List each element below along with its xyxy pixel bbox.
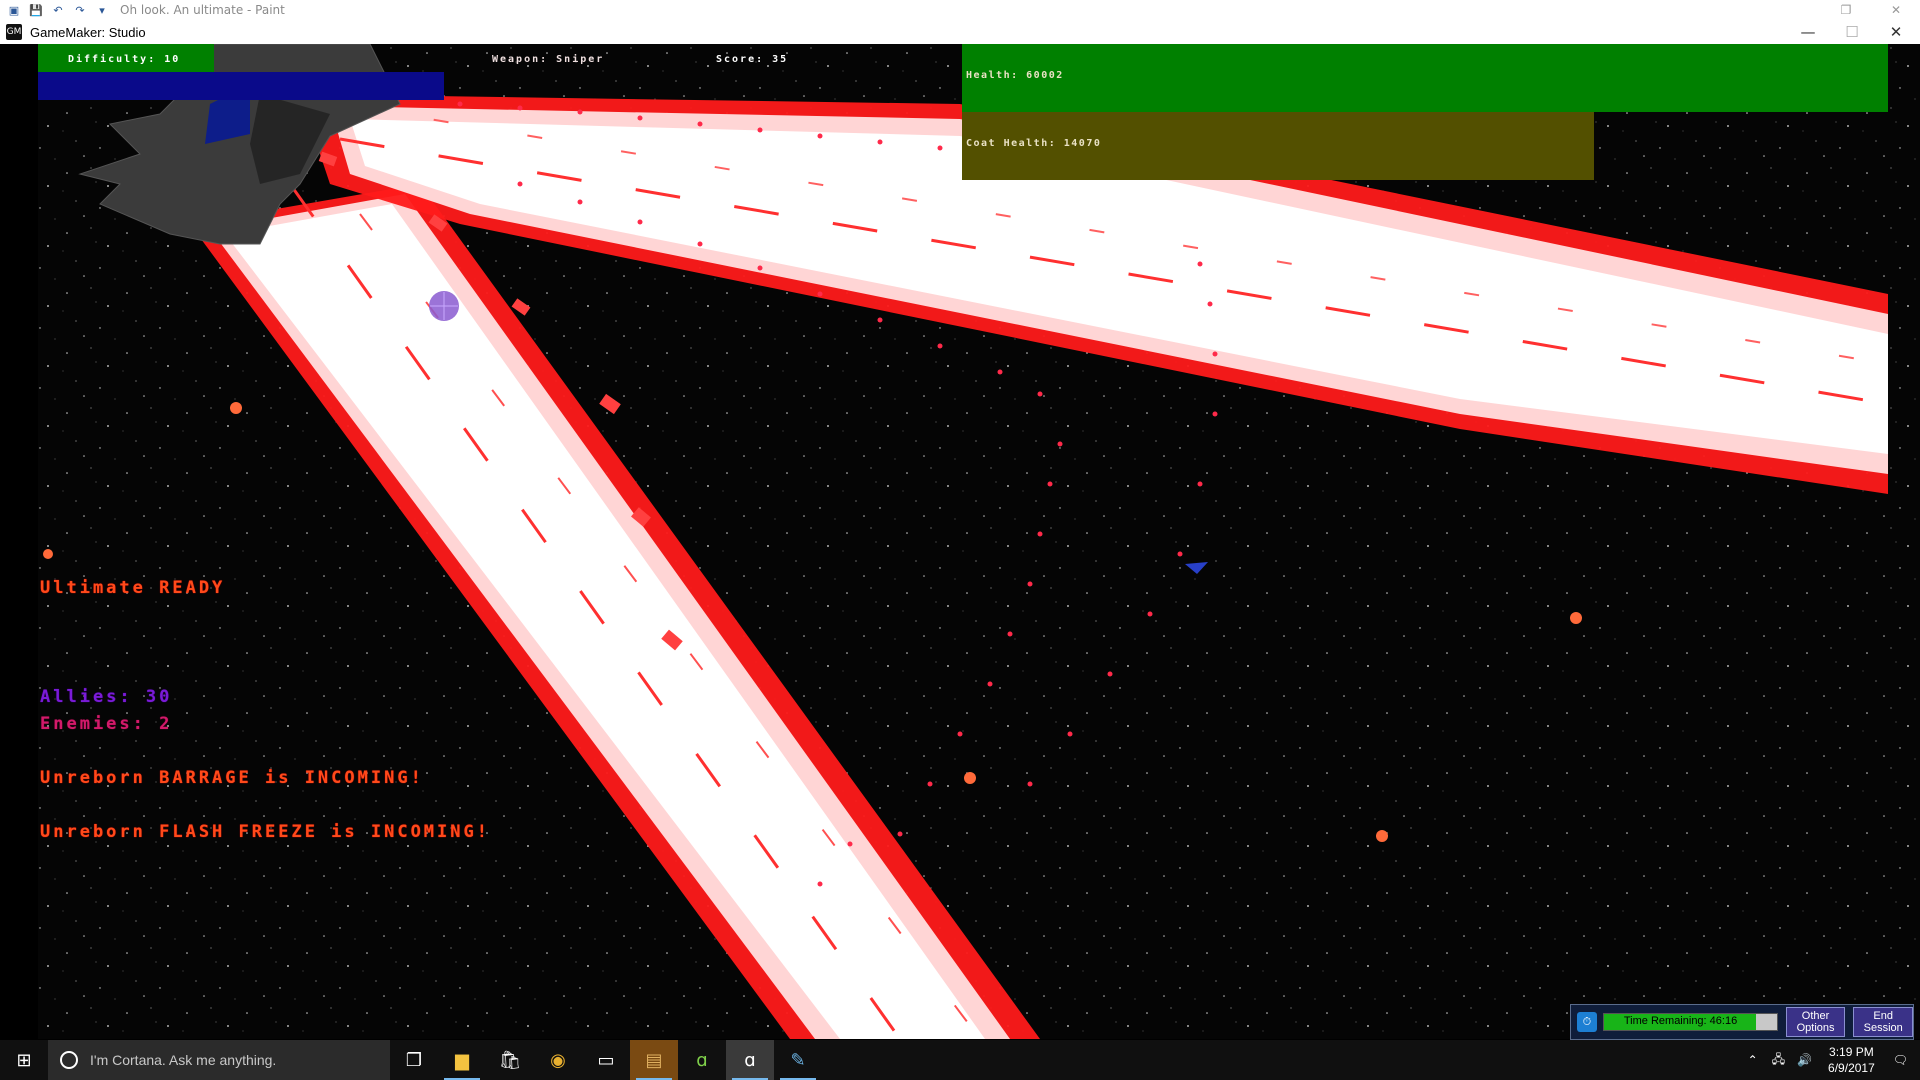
paint-title-bar: ▣ 💾 ↶ ↷ ▾ Oh look. An ultimate - Paint ❐… — [0, 0, 1920, 21]
clock-time: 3:19 PM — [1829, 1045, 1874, 1059]
cortana-icon — [60, 1051, 78, 1069]
coat-health-bar: Coat Health: 14070 — [962, 112, 1594, 180]
ultimate-status: Ultimate READY — [40, 578, 226, 598]
redo-icon[interactable]: ↷ — [72, 3, 88, 17]
game-launcher-icon[interactable]: ▤ — [630, 1040, 678, 1080]
clock[interactable]: 3:19 PM 6/9/2017 — [1828, 1044, 1875, 1076]
windows-start-icon[interactable]: ⊞ — [0, 1040, 48, 1080]
gamemaker-logo-icon: GM — [6, 24, 22, 40]
cortana-search[interactable]: I'm Cortana. Ask me anything. — [48, 1040, 390, 1080]
time-remaining-bar: Time Remaining: 46:16 — [1602, 1013, 1778, 1031]
paint-app-icon: ▣ — [8, 3, 20, 17]
weapon-label: Weapon: Sniper — [492, 54, 605, 65]
dropdown-icon[interactable]: ▾ — [94, 3, 110, 17]
close-icon[interactable]: ✕ — [1876, 0, 1916, 20]
difficulty-label: Difficulty: 10 — [68, 54, 181, 65]
maximize-button[interactable]: ☐ — [1830, 20, 1874, 44]
chevron-up-icon[interactable]: ⌃ — [1748, 1053, 1758, 1067]
terminal-icon[interactable]: ▭ — [582, 1040, 630, 1080]
other-options-button[interactable]: Other Options — [1785, 1007, 1846, 1037]
timer-app-icon: ⏱ — [1577, 1012, 1597, 1032]
file-explorer-icon[interactable]: ▆ — [438, 1040, 486, 1080]
flash-freeze-warning: Unreborn FLASH FREEZE is INCOMING! — [40, 822, 490, 842]
blue-resource-bar — [38, 72, 444, 100]
end-session-button[interactable]: End Session — [1853, 1007, 1913, 1037]
left-black-strip — [0, 44, 38, 1039]
chrome-icon[interactable]: ◉ — [534, 1040, 582, 1080]
allies-count: Allies: 30 — [40, 687, 173, 707]
store-icon[interactable]: 🛍 — [486, 1040, 534, 1080]
gamemaker-title-bar: GM GameMaker: Studio — ☐ ✕ — [0, 20, 1920, 44]
session-timer-widget: ⏱ Time Remaining: 46:16 Other Options End… — [1570, 1004, 1914, 1040]
time-remaining-text: Time Remaining: 46:16 — [1623, 1015, 1738, 1027]
game-viewport[interactable]: Difficulty: 10 Weapon: Sniper Score: 35 … — [0, 44, 1920, 1039]
save-icon[interactable]: 💾 — [28, 3, 44, 17]
notification-icon[interactable]: 🗨 — [1893, 1053, 1908, 1067]
game-scene — [0, 44, 1920, 1039]
health-bar: Health: 60002 — [962, 44, 1888, 112]
gamemaker-icon[interactable]: ɑ — [678, 1040, 726, 1080]
gamemaker-studio-icon[interactable]: ɑ — [726, 1040, 774, 1080]
paint-window-title: Oh look. An ultimate - Paint — [120, 3, 285, 17]
health-label: Health: 60002 — [966, 70, 1064, 81]
system-tray: ⌃ 🖧 🔊 3:19 PM 6/9/2017 🗨 — [1740, 1040, 1920, 1080]
gamemaker-window-title: GameMaker: Studio — [30, 24, 146, 40]
cortana-placeholder: I'm Cortana. Ask me anything. — [90, 1052, 277, 1068]
minimize-button[interactable]: — — [1786, 20, 1830, 44]
volume-icon[interactable]: 🔊 — [1797, 1053, 1812, 1067]
coat-health-label: Coat Health: 14070 — [966, 138, 1102, 149]
network-icon[interactable]: 🖧 — [1772, 1050, 1785, 1071]
enemies-count: Enemies: 2 — [40, 714, 173, 734]
undo-icon[interactable]: ↶ — [50, 3, 66, 17]
restore-icon[interactable]: ❐ — [1826, 0, 1866, 20]
task-view-icon[interactable]: ❐ — [390, 1040, 438, 1080]
score-label: Score: 35 — [716, 54, 789, 65]
close-button[interactable]: ✕ — [1874, 20, 1918, 44]
paint-icon[interactable]: ✎ — [774, 1040, 822, 1080]
clock-date: 6/9/2017 — [1828, 1061, 1875, 1075]
taskbar: ⊞ I'm Cortana. Ask me anything. ❐ ▆ 🛍 ◉ … — [0, 1040, 1920, 1080]
barrage-warning: Unreborn BARRAGE is INCOMING! — [40, 768, 424, 788]
